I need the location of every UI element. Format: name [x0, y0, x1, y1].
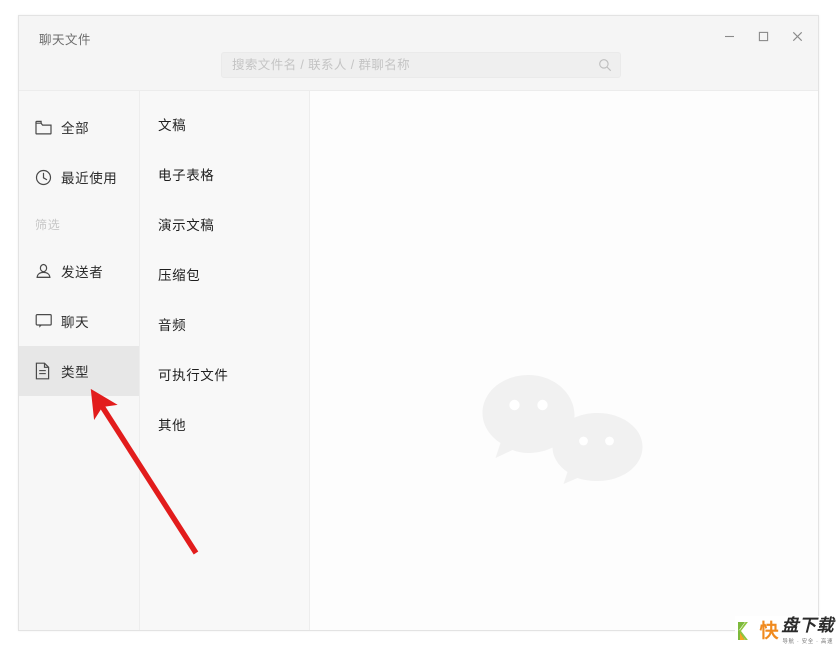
sidebar-item-recent[interactable]: 最近使用 [19, 152, 139, 202]
type-item-label: 文稿 [158, 118, 187, 133]
watermark-tagline: 导航 · 安全 · 高速 [782, 638, 834, 645]
type-item-label: 演示文稿 [158, 218, 215, 233]
list-item[interactable]: 其他 [140, 399, 309, 449]
sidebar-item-label: 发送者 [61, 265, 104, 280]
sidebar-item-sender[interactable]: 发送者 [19, 246, 139, 296]
search-input[interactable] [222, 58, 590, 72]
person-icon [35, 263, 61, 280]
list-item[interactable]: 演示文稿 [140, 199, 309, 249]
sidebar-item-label: 类型 [61, 365, 90, 380]
type-item-label: 其他 [158, 418, 187, 433]
sidebar-item-all[interactable]: 全部 [19, 102, 139, 152]
folder-icon [35, 120, 61, 135]
type-list: 文稿 电子表格 演示文稿 压缩包 音频 可执行文件 其他 [140, 91, 310, 630]
sidebar: 全部 最近使用 筛选 发送者 聊天 类型 [19, 91, 140, 630]
chat-files-window: 聊天文件 搜索文件名 / 联系人 / 群聊名称 全部 最近使用 筛选 发送者 聊… [18, 15, 819, 631]
wechat-logo-watermark [482, 375, 643, 484]
window-controls [712, 22, 814, 50]
minimize-button[interactable] [712, 22, 746, 50]
clock-icon [35, 169, 61, 186]
watermark-brand-first: 快 [759, 619, 779, 642]
list-item[interactable]: 电子表格 [140, 149, 309, 199]
window-title: 聊天文件 [39, 33, 92, 47]
site-watermark: 快 盘下载 导航 · 安全 · 高速 [735, 616, 836, 646]
search-icon[interactable] [590, 58, 620, 72]
search-bar[interactable] [221, 52, 621, 78]
document-icon [35, 362, 61, 380]
sidebar-item-label: 最近使用 [61, 171, 118, 186]
watermark-brand-rest: 盘下载 [781, 615, 834, 636]
chat-bubble-icon [35, 313, 61, 329]
maximize-button[interactable] [746, 22, 780, 50]
type-item-label: 可执行文件 [158, 368, 229, 383]
list-item[interactable]: 文稿 [140, 99, 309, 149]
type-item-label: 电子表格 [158, 168, 215, 183]
body-area: 全部 最近使用 筛选 发送者 聊天 类型 文稿 电子表格 演示文稿 压缩包 音频… [19, 91, 818, 630]
content-pane [310, 91, 818, 630]
list-item[interactable]: 压缩包 [140, 249, 309, 299]
list-item[interactable]: 可执行文件 [140, 349, 309, 399]
sidebar-item-label: 全部 [61, 121, 90, 136]
close-button[interactable] [780, 22, 814, 50]
list-item[interactable]: 音频 [140, 299, 309, 349]
sidebar-item-chat[interactable]: 聊天 [19, 296, 139, 346]
k-logo-icon [738, 622, 749, 640]
sidebar-section-filter: 筛选 [35, 217, 61, 232]
title-bar: 聊天文件 [19, 16, 818, 91]
sidebar-item-type[interactable]: 类型 [19, 346, 139, 396]
type-item-label: 压缩包 [158, 268, 201, 283]
watermark-brand-group: 盘下载 导航 · 安全 · 高速 [781, 615, 835, 645]
sidebar-item-label: 聊天 [61, 315, 90, 330]
type-item-label: 音频 [158, 318, 187, 333]
